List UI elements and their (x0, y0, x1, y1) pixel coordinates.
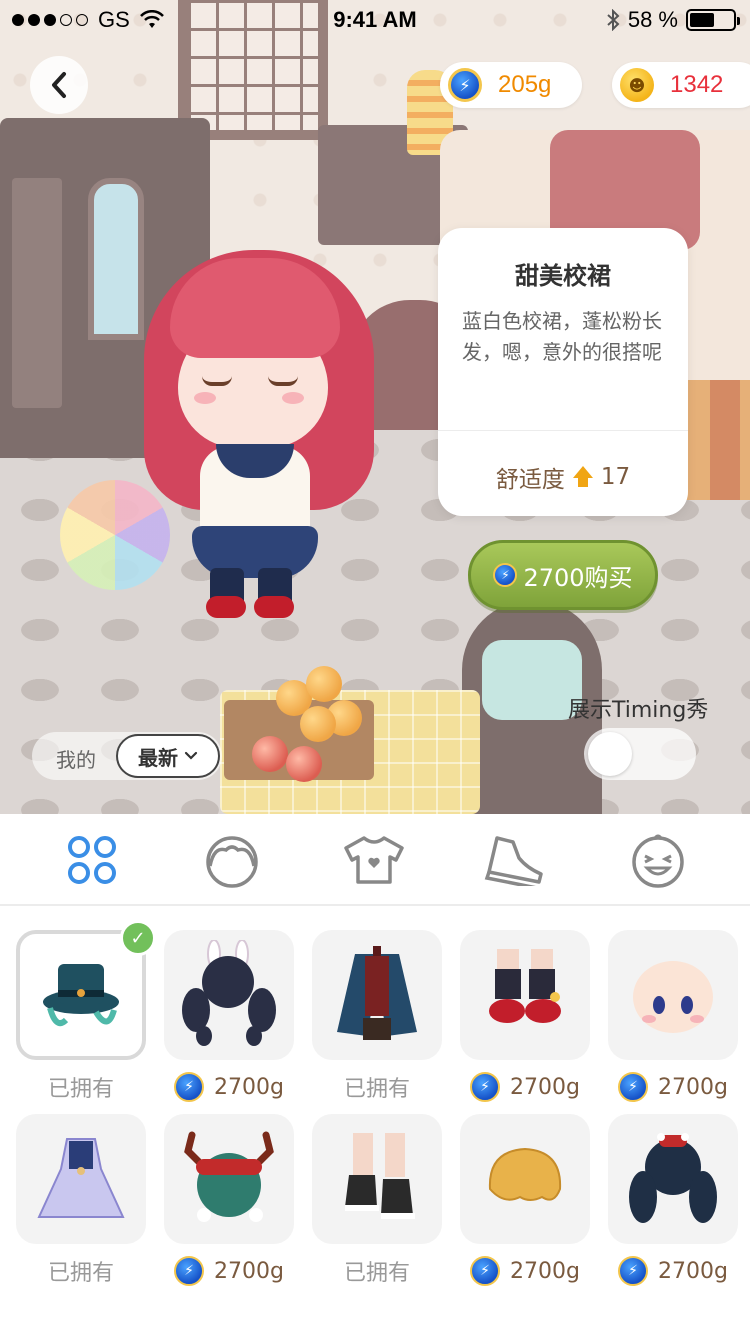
item-thumbnail (460, 1114, 590, 1244)
sneakers-thumbnail (345, 1133, 415, 1219)
item-card[interactable]: ⚡ 2700g (460, 930, 590, 1104)
item-grid: ✓ 已拥有 ⚡ 2700g 已拥有 ⚡ 2700g ⚡ 2700g 已拥有 ⚡ … (0, 906, 750, 1334)
filter-mine[interactable]: 我的 (56, 744, 96, 773)
show-timing-toggle[interactable] (584, 728, 696, 780)
sort-label: 最新 (138, 745, 178, 770)
pinwheel (60, 480, 170, 590)
item-thumbnail (164, 1114, 294, 1244)
chevron-down-icon (184, 751, 198, 760)
laugh-icon (632, 834, 684, 888)
comfort-stat: 舒适度 17 (438, 460, 688, 494)
blush-face-thumbnail (633, 961, 713, 1033)
item-card[interactable]: 已拥有 (16, 1114, 146, 1288)
item-price: ⚡ 2700g (460, 1070, 590, 1104)
divider (438, 430, 688, 431)
bluetooth-icon (607, 9, 620, 31)
item-label: 已拥有 (343, 1077, 410, 1102)
sneaker-icon (484, 836, 543, 886)
lightning-coin-icon: ⚡ (470, 1256, 501, 1286)
item-label: 已拥有 (47, 1261, 114, 1286)
arrow-up-icon (572, 466, 593, 488)
item-card[interactable]: ⚡ 2700g (164, 1114, 294, 1288)
tab-shoes[interactable] (482, 830, 546, 890)
lightning-coin-icon: ⚡ (174, 1072, 205, 1102)
item-info-card: 甜美校裙 蓝白色校裙，蓬松粉长发，嗯，意外的很搭呢 舒适度 17 (438, 228, 688, 516)
face-icon (206, 836, 258, 888)
tab-clothes[interactable] (342, 830, 406, 890)
item-price: ⚡ 2700g (164, 1254, 294, 1288)
item-thumbnail (312, 1114, 442, 1244)
item-card[interactable]: ⚡ 2700g (164, 930, 294, 1104)
item-title: 甜美校裙 (515, 262, 611, 290)
item-card[interactable]: ⚡ 2700g (608, 1114, 738, 1288)
tshirt-icon (344, 836, 404, 884)
blonde-bob-thumbnail (488, 1147, 562, 1201)
item-price: ⚡ 2700g (608, 1254, 738, 1288)
battery-level (690, 13, 715, 27)
battery-icon (686, 9, 740, 31)
item-thumbnail (164, 930, 294, 1060)
lightning-coin-icon: ⚡ (448, 68, 482, 102)
item-label: 已拥有 (343, 1261, 410, 1286)
top-hat-thumbnail (43, 964, 119, 1026)
sort-dropdown[interactable]: 最新 (116, 734, 220, 778)
chevron-left-icon (52, 72, 66, 98)
category-tabs (0, 814, 750, 906)
item-price: ⚡ 2700g (164, 1070, 294, 1104)
antler-hair-thumbnail (184, 1131, 274, 1222)
item-thumbnail (312, 930, 442, 1060)
toggle-knob (588, 732, 632, 776)
buy-button[interactable]: ⚡ 2700购买 (468, 540, 658, 610)
tab-expression[interactable] (626, 830, 690, 890)
hearts-balance[interactable]: ☻ 1342 (612, 62, 750, 108)
item-thumbnail (460, 930, 590, 1060)
lightning-coin-icon: ⚡ (470, 1072, 501, 1102)
lightning-coin-icon: ⚡ (174, 1256, 205, 1286)
item-thumbnail (608, 1114, 738, 1244)
energy-amount: 205g (498, 71, 552, 98)
item-card[interactable]: ⚡ 2700g (608, 930, 738, 1104)
show-timing-label: 展示Timing秀 (568, 698, 709, 723)
item-thumbnail (16, 1114, 146, 1244)
comfort-label: 舒适度 (495, 467, 565, 493)
item-card[interactable]: ✓ 已拥有 (16, 920, 156, 1104)
item-thumbnail (608, 930, 738, 1060)
grid-icon (68, 836, 116, 884)
item-price: ⚡ 2700g (460, 1254, 590, 1288)
bunny-pigtails-thumbnail (182, 940, 276, 1046)
lilac-dress-thumbnail (37, 1138, 125, 1218)
status-bar: GS 9:41 AM 58 % (0, 0, 750, 40)
lightning-coin-icon: ⚡ (618, 1256, 649, 1286)
tab-face[interactable] (200, 830, 264, 890)
tab-all[interactable] (60, 830, 124, 890)
item-card[interactable]: 已拥有 (312, 930, 442, 1104)
avatar-character[interactable] (60, 250, 390, 630)
item-card[interactable]: 已拥有 (312, 1114, 442, 1288)
smiley-coin-icon: ☻ (620, 68, 654, 102)
lightning-coin-icon: ⚡ (618, 1072, 649, 1102)
hearts-amount: 1342 (670, 71, 724, 98)
energy-balance[interactable]: ⚡ 205g (440, 62, 582, 108)
battery-percent: 58 % (627, 7, 678, 32)
comfort-value: 17 (600, 464, 631, 490)
item-description: 蓝白色校裙，蓬松粉长发，嗯，意外的很搭呢 (462, 309, 662, 364)
item-price: ⚡ 2700g (608, 1070, 738, 1104)
item-label: 已拥有 (47, 1077, 114, 1102)
pirate-coat-thumbnail (337, 946, 417, 1040)
item-card[interactable]: ⚡ 2700g (460, 1114, 590, 1288)
owned-check-icon: ✓ (120, 920, 156, 956)
filter-segment: 我的 最新 (32, 732, 222, 780)
lightning-coin-icon: ⚡ (493, 563, 518, 587)
back-button[interactable] (30, 56, 88, 114)
buy-label: 2700购买 (523, 563, 633, 592)
red-shoes-thumbnail (489, 949, 561, 1023)
dark-curls-thumbnail (629, 1133, 717, 1223)
